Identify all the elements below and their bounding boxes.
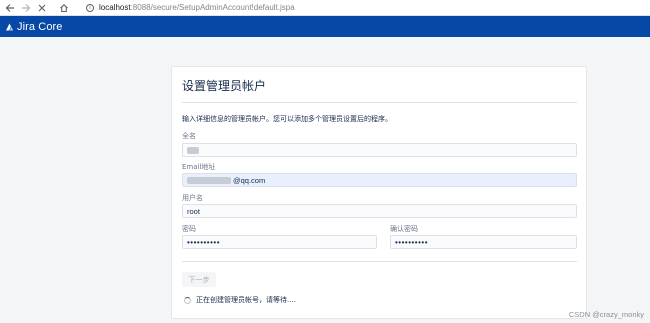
setup-admin-card: 设置管理员帐户 输入详细信息的管理员帐户。您可以添加多个管理员设置后的程序。 全… <box>171 66 587 319</box>
info-icon[interactable]: i <box>86 3 94 12</box>
product-name: Jira Core <box>17 20 63 33</box>
title-divider <box>182 102 577 103</box>
url-host: localhost <box>99 3 131 12</box>
password-field[interactable]: •••••••••• <box>182 235 377 249</box>
page-title: 设置管理员帐户 <box>182 79 267 93</box>
close-icon[interactable] <box>34 0 50 16</box>
fullname-field[interactable] <box>182 143 577 157</box>
fullname-label: 全名 <box>182 132 196 140</box>
jira-logo[interactable]: Jira Core <box>4 21 63 33</box>
email-field[interactable]: @qq.com <box>182 173 577 187</box>
address-bar[interactable]: i localhost:8088/secure/SetupAdminAccoun… <box>86 0 295 16</box>
app-header: Jira Core <box>0 16 650 37</box>
spinner-icon <box>184 296 191 304</box>
password-value: •••••••••• <box>187 237 221 247</box>
jira-logo-icon <box>6 23 13 30</box>
confirm-password-label: 确认密码 <box>390 225 418 233</box>
confirm-password-value: •••••••••• <box>395 237 429 247</box>
status-message: 正在创建管理员帐号，请等待.... <box>184 295 296 305</box>
email-value: @qq.com <box>233 175 266 185</box>
forward-arrow-icon[interactable] <box>18 0 34 16</box>
redacted-value <box>187 146 199 154</box>
url-path: :8088/secure/SetupAdminAccount!default.j… <box>130 3 295 12</box>
status-text: 正在创建管理员帐号，请等待.... <box>196 296 296 304</box>
confirm-password-field[interactable]: •••••••••• <box>390 235 577 249</box>
browser-toolbar: i localhost:8088/secure/SetupAdminAccoun… <box>0 0 650 16</box>
email-label: Email地址 <box>182 163 216 171</box>
username-value: root <box>187 206 200 216</box>
home-icon[interactable] <box>56 0 72 16</box>
username-field[interactable]: root <box>182 204 577 218</box>
form-divider <box>182 261 577 262</box>
next-button[interactable]: 下一步 <box>182 272 216 287</box>
username-label: 用户名 <box>182 194 203 202</box>
watermark: CSDN @crazy_monky <box>568 310 644 319</box>
password-label: 密码 <box>182 225 196 233</box>
back-arrow-icon[interactable] <box>2 0 18 16</box>
redacted-value <box>187 176 231 184</box>
description-text: 输入详细信息的管理员帐户。您可以添加多个管理员设置后的程序。 <box>182 115 392 123</box>
